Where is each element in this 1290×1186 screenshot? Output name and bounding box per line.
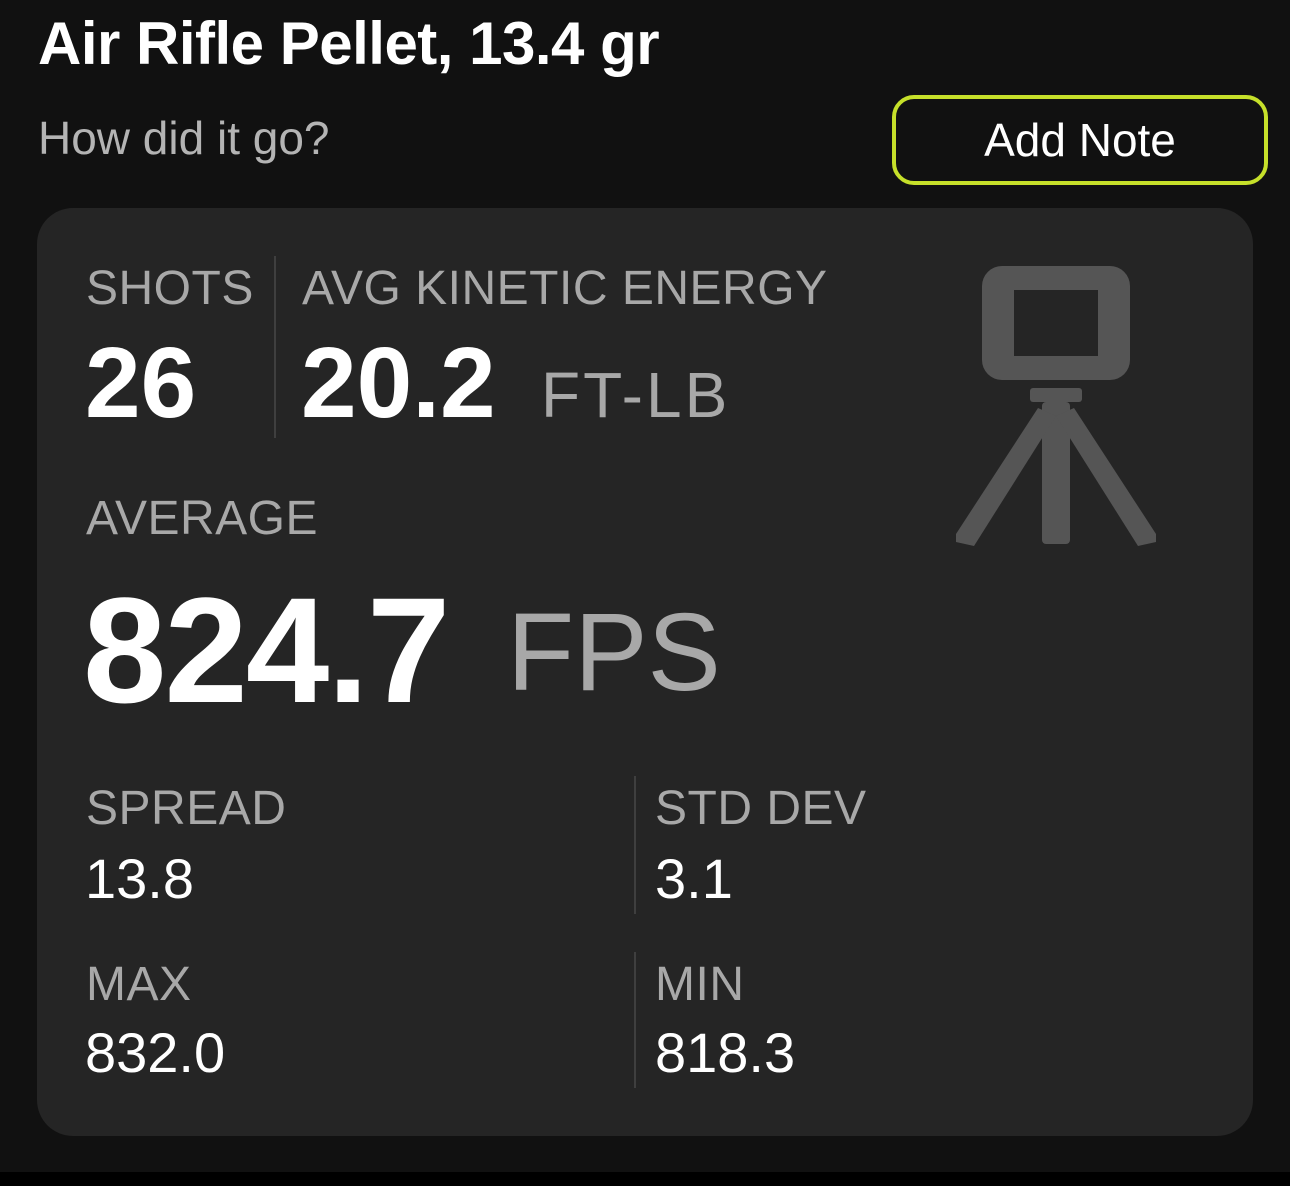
min-label: MIN [655, 958, 745, 1011]
max-value: 832.0 [85, 1021, 226, 1084]
bottom-edge [0, 1172, 1290, 1186]
avg-kinetic-energy-unit: FT-LB [541, 359, 731, 431]
session-summary-screen: Air Rifle Pellet, 13.4 gr How did it go?… [0, 0, 1290, 1186]
spread-value: 13.8 [85, 847, 194, 910]
max-label: MAX [86, 958, 192, 1011]
average-unit: FPS [507, 591, 721, 714]
note-prompt: How did it go? [38, 112, 330, 164]
shots-value: 26 [85, 327, 197, 439]
chronograph-tripod-icon [956, 266, 1156, 546]
avg-kinetic-energy-value: 20.2 [301, 327, 496, 439]
average-label: AVERAGE [86, 492, 319, 545]
std-dev-value: 3.1 [655, 847, 733, 910]
min-value: 818.3 [655, 1021, 796, 1084]
add-note-button[interactable]: Add Note [892, 95, 1268, 185]
shots-divider [274, 256, 276, 438]
shots-label: SHOTS [86, 262, 254, 315]
max-min-divider [634, 952, 636, 1088]
stats-card: SHOTS 26 AVG KINETIC ENERGY 20.2 FT-LB A… [37, 208, 1253, 1136]
page-title: Air Rifle Pellet, 13.4 gr [38, 10, 660, 77]
spread-label: SPREAD [86, 782, 287, 835]
std-dev-label: STD DEV [655, 782, 867, 835]
spread-stddev-divider [634, 776, 636, 914]
avg-kinetic-energy-label: AVG KINETIC ENERGY [302, 262, 828, 315]
average-value: 824.7 [83, 566, 450, 734]
